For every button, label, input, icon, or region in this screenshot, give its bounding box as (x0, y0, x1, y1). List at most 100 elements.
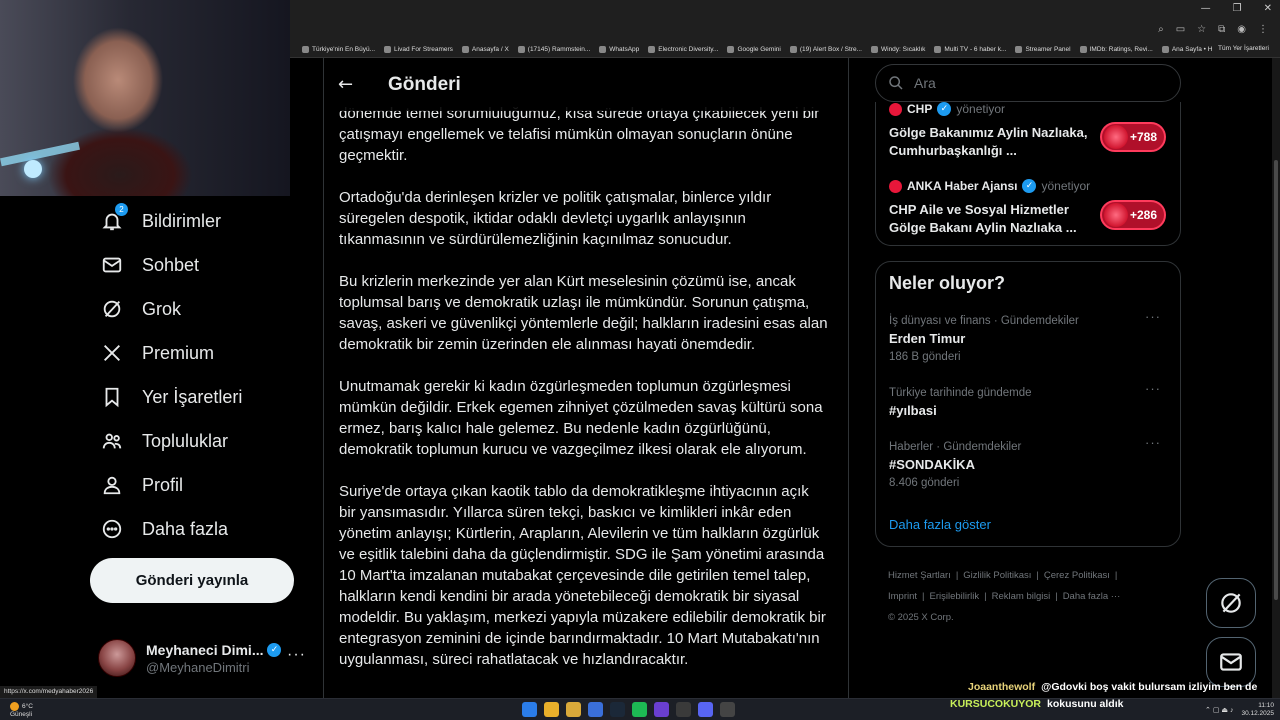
clock[interactable]: 11:10 30.12.2025 (1241, 702, 1274, 718)
app-icon[interactable] (588, 702, 603, 717)
maximize-icon[interactable]: ❐ (1233, 3, 1242, 14)
footer-separator: | (1114, 570, 1118, 581)
favicon-icon (870, 46, 878, 53)
chrome-icon[interactable] (544, 702, 559, 717)
profile-menu-icon[interactable]: ◉ (1237, 24, 1246, 35)
nav-item-premium[interactable]: Premium (100, 337, 214, 369)
footer-link[interactable]: Erişilebilirlik (930, 591, 980, 602)
bookmark-item[interactable]: Multi TV - 6 haber k... (934, 46, 1006, 53)
nav-item-grok[interactable]: Grok (100, 293, 181, 325)
steam-icon[interactable] (610, 702, 625, 717)
post-paragraph: Suriye'de ortaya çıkan kaotik tablo da d… (339, 483, 826, 668)
favicon-icon (789, 46, 797, 53)
browser-titlebar: — ❐ ✕ (290, 0, 1280, 20)
favicon-icon (384, 46, 392, 53)
footer-link[interactable]: Reklam bilgisi (992, 591, 1051, 602)
more-icon[interactable]: ··· (1145, 309, 1161, 324)
trend-item[interactable]: Haberler · Gündemdekiler #SONDAKİKA 8.40… (889, 435, 1169, 489)
browser-menu-icon[interactable]: ⋮ (1258, 24, 1268, 35)
nav-item-profile[interactable]: Profil (100, 469, 183, 501)
notification-badge: 2 (115, 203, 128, 216)
footer-link[interactable]: Çerez Politikası (1044, 570, 1110, 581)
reaction-icon (1104, 203, 1128, 227)
webcam-overlay (0, 0, 290, 196)
show-more-link[interactable]: Daha fazla göster (889, 517, 991, 532)
favicon-icon (648, 46, 656, 53)
search-box[interactable] (875, 64, 1181, 102)
zoom-icon[interactable]: ⌕ (1158, 24, 1164, 35)
spotify-icon[interactable] (632, 702, 647, 717)
nav-label: Grok (142, 298, 182, 319)
profile-handle: @MeyhaneDimitri (146, 659, 250, 675)
app-icon[interactable] (676, 702, 691, 717)
account-switcher[interactable]: Meyhaneci Dimi... ✓ @MeyhaneDimitri ··· (98, 636, 318, 680)
weather-widget[interactable]: 6°C Güneşli (10, 702, 33, 718)
search-icon (889, 76, 903, 90)
nav-item-notifications[interactable]: 2 Bildirimler (100, 203, 221, 237)
bookmark-item[interactable]: Windy: Sıcaklık (870, 46, 925, 53)
reaction-pill[interactable]: +286 (1100, 200, 1166, 230)
chat-message: KURSUCOKUYOR kokusunu aldık (950, 698, 1123, 710)
more-icon[interactable]: ··· (287, 646, 306, 664)
more-icon[interactable]: ··· (1145, 381, 1161, 396)
bookmark-item[interactable]: Anasayfa / X (461, 46, 509, 53)
bookmark-item[interactable]: Google Gemini (727, 46, 781, 53)
trend-meta: Haberler · Gündemdekiler (889, 441, 1022, 453)
obs-icon[interactable] (720, 702, 735, 717)
cast-icon[interactable]: ▭ (1176, 24, 1185, 35)
bookmark-item[interactable]: IMDb: Ratings, Revi... (1079, 46, 1153, 53)
bookmark-item[interactable]: (17145) Rammstein... (517, 46, 590, 53)
footer-link[interactable]: Daha fazla ··· (1063, 591, 1121, 602)
tray-icons[interactable]: ⌃ ▢ ⏏ ♪ (1205, 706, 1233, 714)
grok-fab-button[interactable] (1206, 578, 1256, 628)
verified-badge-icon: ✓ (1022, 179, 1037, 193)
window-controls: — ❐ ✕ (1201, 3, 1272, 14)
footer-links: Hizmet Şartları | Gizlilik Politikası | Çere… (888, 565, 1178, 628)
messages-fab-button[interactable] (1206, 637, 1256, 687)
windows-start-icon[interactable] (522, 702, 537, 717)
chat-user: Joaanthewolf (968, 681, 1036, 693)
bookmark-label: (19) Alert Box / Stre... (799, 46, 862, 53)
trend-meta: İş dünyası ve finans · Gündemdekiler (889, 315, 1079, 327)
nav-item-more[interactable]: Daha fazla (100, 513, 228, 545)
scrollbar-thumb[interactable] (1274, 160, 1278, 600)
reaction-icon (1104, 125, 1128, 149)
trend-count: 186 B gönderi (889, 351, 961, 363)
search-input[interactable] (914, 75, 1154, 91)
reaction-pill[interactable]: +788 (1100, 122, 1166, 152)
bookmarks-folder[interactable]: Tüm Yer İşaretleri (1212, 45, 1272, 52)
back-arrow-icon[interactable]: ← (338, 74, 358, 95)
chp-logo-icon (889, 102, 902, 116)
verified-badge-icon: ✓ (267, 642, 282, 657)
discord-icon[interactable] (698, 702, 713, 717)
status-url: https://x.com/medyahaber2026 (0, 686, 98, 698)
bookmark-item[interactable]: (19) Alert Box / Stre... (789, 46, 862, 53)
more-circle-icon (100, 517, 124, 541)
post-button[interactable]: Gönderi yayınla (90, 558, 294, 603)
footer-link[interactable]: Imprint (888, 591, 917, 602)
trend-item[interactable]: Türkiye tarihinde gündemde #yılbasi ··· (889, 381, 1169, 418)
bookmark-item[interactable]: Electronic Diversity... (648, 46, 718, 53)
extensions-icon[interactable]: ⧉ (1218, 24, 1225, 35)
bookmark-item[interactable]: Streamer Panel (1015, 46, 1071, 53)
sun-icon (10, 702, 19, 711)
footer-link[interactable]: Hizmet Şartları (888, 570, 951, 581)
bookmark-item[interactable]: WhatsApp (599, 46, 639, 53)
file-explorer-icon[interactable] (566, 702, 581, 717)
app-icon[interactable] (654, 702, 669, 717)
close-icon[interactable]: ✕ (1264, 3, 1272, 14)
trend-meta: Türkiye tarihinde gündemde (889, 387, 1032, 399)
nav-item-communities[interactable]: Topluluklar (100, 425, 228, 457)
footer-link[interactable]: Gizlilik Politikası (963, 570, 1031, 581)
nav-item-chat[interactable]: Sohbet (100, 249, 199, 281)
nav-label: Profil (142, 474, 184, 495)
minimize-icon[interactable]: — (1201, 3, 1211, 14)
toolbar-icons: ⌕ ▭ ☆ ⧉ ◉ ⋮ (1158, 24, 1268, 35)
nav-item-bookmarks[interactable]: Yer İşaretleri (100, 381, 242, 413)
more-icon[interactable]: ··· (1145, 435, 1161, 450)
bookmark-item[interactable]: Livad For Streamers (384, 46, 453, 53)
trend-item[interactable]: İş dünyası ve finans · Gündemdekiler Erd… (889, 309, 1169, 363)
page-title: Gönderi (388, 73, 461, 95)
bookmark-item[interactable]: Türkiye'nin En Büyü... (302, 46, 375, 53)
star-icon[interactable]: ☆ (1197, 24, 1206, 35)
